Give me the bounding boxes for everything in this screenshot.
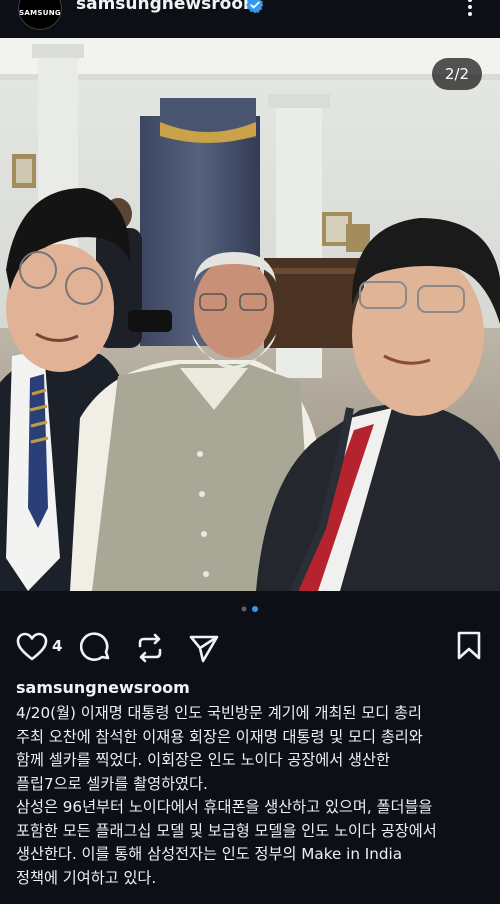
caption-line: 포함한 모든 플래그십 모델 및 보급형 모델을 인도 노이다 공장에서 [16, 821, 437, 840]
caption-line: 생산한다. 이를 통해 삼성전자는 인도 정부의 Make in India [16, 845, 403, 863]
caption-line: 4/20(월) 이재명 대통령 인도 국빈방문 계기에 개최된 모디 총리 [16, 704, 422, 722]
comment-icon[interactable] [80, 632, 112, 664]
send-icon[interactable] [188, 632, 220, 664]
caption-line: 삼성은 96년부터 노이다에서 휴대폰을 생산하고 있으며, 폴더블을 [16, 798, 433, 816]
caption-username[interactable]: samsungnewsroom [16, 678, 190, 697]
carousel-dot-active [252, 606, 258, 612]
verified-badge-icon [246, 0, 264, 14]
post-caption: 4/20(월) 이재명 대통령 인도 국빈방문 계기에 개최된 모디 총리 주최… [16, 702, 490, 890]
post-image[interactable]: 2/2 [0, 38, 500, 591]
more-vertical-icon[interactable] [462, 0, 478, 18]
post-header: SAMSUNG samsungnewsroom [0, 0, 500, 38]
caption-line: 플립7으로 셀카를 촬영하였다. [16, 774, 208, 793]
heart-icon[interactable] [16, 632, 48, 662]
carousel-indicator [241, 606, 258, 612]
action-bar: 4 [0, 626, 500, 668]
caption-line: 정책에 기여하고 있다. [16, 868, 157, 887]
selfie-photo [0, 38, 500, 591]
image-counter: 2/2 [432, 58, 482, 90]
caption-line: 함께 셀카를 찍었다. 이회장은 인도 노이다 공장에서 생산한 [16, 751, 390, 769]
bookmark-icon[interactable] [456, 631, 482, 661]
avatar-logo-text: SAMSUNG [19, 9, 61, 17]
avatar[interactable]: SAMSUNG [18, 0, 62, 30]
carousel-dot [241, 606, 247, 612]
caption-line: 주최 오찬에 참석한 이재용 회장은 이재명 대통령 및 모디 총리와 [16, 727, 423, 746]
like-count[interactable]: 4 [52, 637, 62, 655]
post-username[interactable]: samsungnewsroom [76, 0, 261, 14]
repost-icon[interactable] [134, 632, 166, 664]
